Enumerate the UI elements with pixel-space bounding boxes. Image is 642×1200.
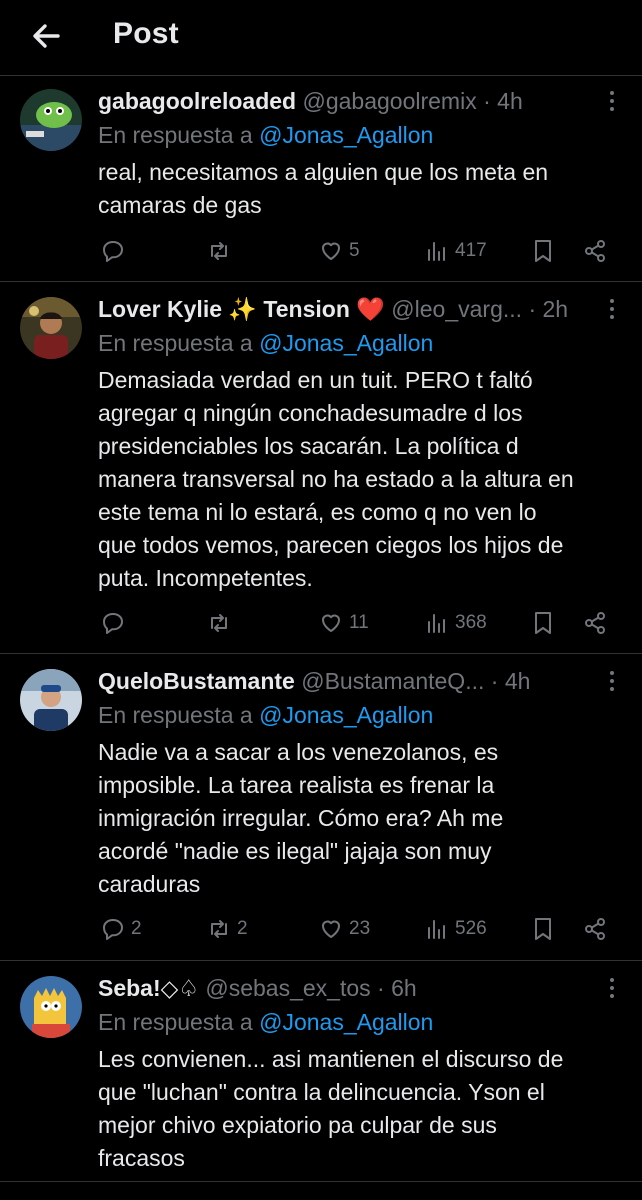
share-button[interactable] xyxy=(582,607,608,639)
bookmark-button[interactable] xyxy=(530,235,556,267)
separator-dot: · xyxy=(490,668,499,694)
reply-icon xyxy=(103,241,123,262)
separator-dot: · xyxy=(483,88,491,114)
post-card[interactable]: gabagoolreloaded @gabagoolremix · 4h En … xyxy=(0,77,642,282)
user-handle[interactable]: @sebas_ex_tos xyxy=(205,975,370,1001)
like-count: 11 xyxy=(349,612,369,633)
heart-icon xyxy=(322,614,340,632)
post-card[interactable]: QueloBustamante @BustamanteQ... · 4h En … xyxy=(0,655,642,961)
share-icon xyxy=(585,918,605,940)
reply-context: En respuesta a @Jonas_Agallon xyxy=(98,327,433,359)
post-text: Nadie va a sacar a los venezolanos, es i… xyxy=(98,739,504,897)
like-button[interactable]: 23 xyxy=(318,913,370,945)
post-header: gabagoolreloaded @gabagoolremix · 4h xyxy=(98,85,582,117)
post-card[interactable]: Lover Kylie ✨ Tension ❤️ @leo_varg... · … xyxy=(0,283,642,654)
reply-prefix: En respuesta a xyxy=(98,330,253,356)
user-handle[interactable]: @gabagoolremix xyxy=(302,88,476,114)
analytics-icon xyxy=(428,920,445,939)
action-bar: 5 417 xyxy=(98,235,618,267)
post-time[interactable]: 2h xyxy=(543,296,569,322)
heart-icon xyxy=(322,920,340,938)
heart-icon xyxy=(322,242,340,260)
view-count: 368 xyxy=(455,612,487,633)
more-options-icon[interactable] xyxy=(604,87,620,117)
user-handle[interactable]: @BustamanteQ... xyxy=(301,668,484,694)
post-header: QueloBustamante @BustamanteQ... · 4h xyxy=(98,665,582,697)
reply-button[interactable] xyxy=(100,235,131,267)
reply-mention-link[interactable]: @Jonas_Agallon xyxy=(259,702,433,728)
repost-icon xyxy=(211,920,227,938)
post-text: real, necesitamos a alguien que los meta… xyxy=(98,159,549,218)
display-name[interactable]: gabagoolreloaded xyxy=(98,88,296,114)
repost-icon xyxy=(211,242,227,260)
reply-prefix: En respuesta a xyxy=(98,122,253,148)
avatar[interactable] xyxy=(20,976,82,1038)
views-button[interactable]: 417 xyxy=(424,235,487,267)
post-text: Demasiada verdad en un tuit. PERO t falt… xyxy=(98,367,574,591)
reply-context: En respuesta a @Jonas_Agallon xyxy=(98,699,433,731)
post-text: Les convienen... asi mantienen el discur… xyxy=(98,1046,564,1171)
reply-prefix: En respuesta a xyxy=(98,1009,253,1035)
page-title: Post xyxy=(113,17,179,50)
repost-icon xyxy=(211,614,227,632)
avatar[interactable] xyxy=(20,669,82,731)
reply-prefix: En respuesta a xyxy=(98,702,253,728)
bookmark-button[interactable] xyxy=(530,913,556,945)
post-card[interactable]: Seba!◇♤ @sebas_ex_tos · 6h En respuesta … xyxy=(0,962,642,1182)
action-bar: 2 2 23 526 xyxy=(98,913,618,945)
like-button[interactable]: 11 xyxy=(318,607,369,639)
post-header: Seba!◇♤ @sebas_ex_tos · 6h xyxy=(98,972,582,1004)
analytics-icon xyxy=(428,242,445,261)
share-icon xyxy=(585,612,605,634)
repost-button[interactable] xyxy=(206,607,237,639)
post-time[interactable]: 4h xyxy=(497,88,523,114)
analytics-icon xyxy=(428,614,445,633)
repost-button[interactable]: 2 xyxy=(206,913,248,945)
views-button[interactable]: 526 xyxy=(424,913,487,945)
reply-mention-link[interactable]: @Jonas_Agallon xyxy=(259,122,433,148)
share-icon xyxy=(585,240,605,262)
avatar[interactable] xyxy=(20,89,82,151)
back-arrow-icon[interactable] xyxy=(26,16,66,56)
reply-count: 2 xyxy=(131,918,142,939)
like-count: 23 xyxy=(349,918,371,939)
top-bar: Post xyxy=(0,0,642,76)
like-count: 5 xyxy=(349,240,360,261)
reply-button[interactable] xyxy=(100,607,131,639)
repost-button[interactable] xyxy=(206,235,237,267)
reply-button[interactable]: 2 xyxy=(100,913,142,945)
reply-context: En respuesta a @Jonas_Agallon xyxy=(98,119,433,151)
display-name[interactable]: Lover Kylie ✨ Tension ❤️ xyxy=(98,296,385,322)
share-button[interactable] xyxy=(582,913,608,945)
bookmark-icon xyxy=(535,240,551,262)
like-button[interactable]: 5 xyxy=(318,235,360,267)
separator-dot: · xyxy=(528,296,537,322)
view-count: 417 xyxy=(455,240,487,261)
display-name[interactable]: Seba!◇♤ xyxy=(98,975,199,1001)
more-options-icon[interactable] xyxy=(604,295,620,325)
bookmark-icon xyxy=(535,612,551,634)
avatar[interactable] xyxy=(20,297,82,359)
bookmark-button[interactable] xyxy=(530,607,556,639)
post-header: Lover Kylie ✨ Tension ❤️ @leo_varg... · … xyxy=(98,293,582,325)
post-time[interactable]: 6h xyxy=(391,975,417,1001)
reply-context: En respuesta a @Jonas_Agallon xyxy=(98,1006,433,1038)
user-handle[interactable]: @leo_varg... xyxy=(391,296,522,322)
more-options-icon[interactable] xyxy=(604,667,620,697)
more-options-icon[interactable] xyxy=(604,974,620,1004)
view-count: 526 xyxy=(455,918,487,939)
separator-dot: · xyxy=(377,975,385,1001)
repost-count: 2 xyxy=(237,918,248,939)
display-name[interactable]: QueloBustamante xyxy=(98,668,295,694)
bookmark-icon xyxy=(535,918,551,940)
share-button[interactable] xyxy=(582,235,608,267)
post-time[interactable]: 4h xyxy=(505,668,531,694)
action-bar: 11 368 xyxy=(98,607,618,639)
reply-icon xyxy=(103,613,123,634)
reply-mention-link[interactable]: @Jonas_Agallon xyxy=(259,1009,433,1035)
views-button[interactable]: 368 xyxy=(424,607,487,639)
reply-icon xyxy=(103,919,123,940)
reply-mention-link[interactable]: @Jonas_Agallon xyxy=(259,330,433,356)
